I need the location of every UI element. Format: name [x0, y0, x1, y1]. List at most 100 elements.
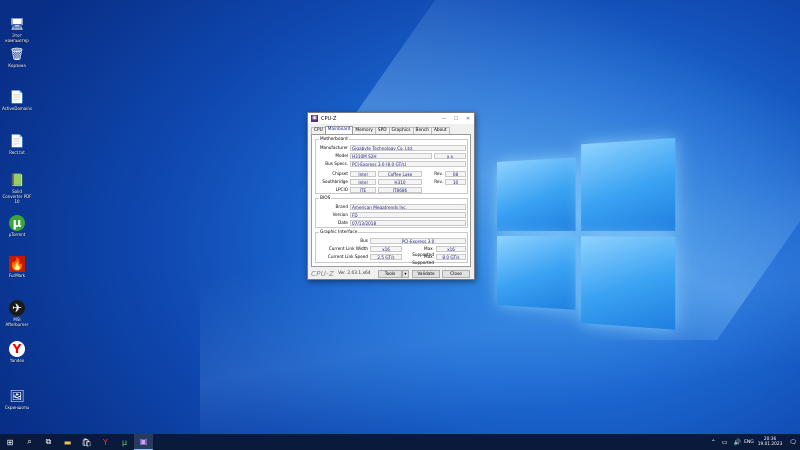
utorrent-icon: µ — [9, 215, 25, 231]
tab-strip: CPU Mainboard Memory SPD Graphics Bench … — [308, 124, 474, 134]
chipset-label: Chipset — [316, 171, 348, 177]
file-explorer-icon[interactable]: ▬ — [58, 434, 77, 450]
desktop-icon-rect[interactable]: 📄 Rect.txt — [2, 133, 32, 155]
cpuz-brand-logo: CPU-Z — [311, 270, 334, 278]
lpcio-vendor-value: ITE — [350, 187, 376, 193]
model-value: H310M S2H — [350, 153, 432, 159]
volume-icon[interactable]: 🔊 — [734, 439, 741, 446]
bios-version-value: FD — [350, 212, 466, 218]
group-title: Graphic Interface — [319, 230, 358, 235]
desktop-icon-screenshots[interactable]: 🖼 Скриншоты — [2, 388, 32, 410]
manufacturer-value: Gigabyte Technology Co. Ltd. — [350, 145, 466, 151]
show-hidden-icons-chevron-up-icon[interactable]: ⌃ — [711, 439, 716, 446]
tab-spd[interactable]: SPD — [375, 127, 390, 134]
window-title: CPU-Z — [321, 116, 438, 122]
max-width-value: x16 — [436, 246, 466, 252]
bus-specs-label: Bus Specs. — [316, 161, 348, 167]
system-tray: ⌃ ▭ 🔊 ENG 20:36 19.01.2023 🗨 — [708, 434, 800, 450]
file-icon: 📄 — [9, 133, 25, 149]
notifications-icon[interactable]: 🗨 — [789, 439, 797, 446]
store-icon[interactable]: 🛍 — [77, 434, 96, 450]
tab-mainboard[interactable]: Mainboard — [325, 126, 354, 134]
yandex-browser-icon[interactable]: Y — [96, 434, 115, 450]
desktop-icon-utorrent[interactable]: µ µTorrent — [2, 215, 32, 237]
recycle-bin-icon: 🗑 — [9, 46, 25, 62]
gfx-bus-label: Bus — [316, 238, 368, 244]
tools-button[interactable]: Tools — [378, 270, 402, 278]
desktop-icon-furmark[interactable]: 🔥 FurMark — [2, 256, 32, 278]
search-icon[interactable]: ⌕ — [20, 434, 39, 450]
tab-cpu[interactable]: CPU — [311, 127, 326, 134]
tab-about[interactable]: About — [431, 127, 450, 134]
group-title: Motherboard — [319, 137, 349, 142]
link-width-label: Current Link Width — [316, 246, 368, 252]
link-speed-label: Current Link Speed — [316, 254, 368, 260]
close-icon[interactable]: ✕ — [462, 116, 474, 122]
validate-button[interactable]: Validate — [412, 270, 440, 278]
bios-group: BIOS Brand American Megatrends Inc. Vers… — [315, 198, 468, 228]
group-title: BIOS — [319, 196, 331, 201]
model-label: Model — [316, 153, 348, 159]
computer-icon: 🖥 — [9, 16, 25, 32]
tab-memory[interactable]: Memory — [352, 127, 375, 134]
cpuz-taskbar-icon[interactable]: ▣ — [134, 434, 153, 450]
version-label: Ver. 2.03.1.x64 — [338, 271, 370, 276]
utorrent-taskbar-icon[interactable]: µ — [115, 434, 134, 450]
lpcio-label: LPCIO — [316, 187, 348, 193]
southbridge-label: Southbridge — [316, 179, 348, 185]
lpcio-name-value: IT8686 — [378, 187, 422, 193]
model-rev-value: x.x — [434, 153, 466, 159]
bios-brand-label: Brand — [316, 204, 348, 210]
clock[interactable]: 20:36 19.01.2023 — [758, 437, 783, 447]
taskbar: ⊞ ⌕ ⧉ ▬ 🛍 Y µ ▣ ⌃ ▭ 🔊 ENG 20:36 19.01.20… — [0, 434, 800, 450]
close-button[interactable]: Close — [442, 270, 470, 278]
task-view-icon[interactable]: ⧉ — [39, 434, 58, 450]
southbridge-rev-value: 10 — [445, 179, 466, 185]
cpuz-app-icon: ▣ — [311, 115, 318, 122]
furmark-icon: 🔥 — [9, 256, 25, 272]
bios-version-label: Version — [316, 212, 348, 218]
maximize-icon[interactable]: ☐ — [450, 116, 462, 122]
title-bar[interactable]: ▣ CPU-Z — ☐ ✕ — [308, 113, 474, 124]
link-speed-value: 2.5 GT/s — [370, 254, 402, 260]
afterburner-icon: ✈ — [9, 300, 25, 316]
desktop-icon-activedomains[interactable]: 📄 ActiveDomains — [2, 89, 32, 111]
clock-date: 19.01.2023 — [758, 442, 783, 447]
desktop-icon-solid-converter[interactable]: 📗 Solid Converter PDF 10 — [2, 172, 32, 204]
southbridge-name-value: H310 — [378, 179, 422, 185]
mainboard-panel: Motherboard Manufacturer Gigabyte Techno… — [311, 134, 471, 267]
footer-bar: CPU-Z Ver. 2.03.1.x64 Tools ▾ Validate C… — [308, 268, 474, 279]
chipset-rev-value: 08 — [445, 171, 466, 177]
chipset-rev-label: Rev. — [423, 171, 443, 177]
tab-graphics[interactable]: Graphics — [389, 127, 414, 134]
chipset-vendor-value: Intel — [350, 171, 376, 177]
bios-date-label: Date — [316, 220, 348, 226]
file-icon: 📄 — [9, 89, 25, 105]
graphic-interface-group: Graphic Interface Bus PCI-Express 3.0 Cu… — [315, 232, 468, 263]
language-indicator[interactable]: ENG — [744, 440, 754, 445]
desktop: 🖥 Этот компьютер 🗑 Корзина 📄 ActiveDomai… — [0, 0, 800, 434]
bios-date-value: 07/13/2018 — [350, 220, 466, 226]
windows-logo-wallpaper — [497, 138, 675, 324]
tools-dropdown-arrow-icon[interactable]: ▾ — [402, 270, 409, 278]
desktop-icon-msi-afterburner[interactable]: ✈ MSI Afterburner — [2, 300, 32, 327]
yandex-icon: Y — [9, 341, 25, 357]
folder-icon: 🖼 — [9, 388, 25, 404]
chipset-name-value: Coffee Lake — [378, 171, 422, 177]
desktop-icon-this-pc[interactable]: 🖥 Этот компьютер — [2, 16, 32, 43]
cpuz-window[interactable]: ▣ CPU-Z — ☐ ✕ CPU Mainboard Memory SPD G… — [307, 112, 475, 280]
start-button-windows-icon[interactable]: ⊞ — [0, 434, 20, 450]
manufacturer-label: Manufacturer — [316, 145, 348, 151]
motherboard-group: Motherboard Manufacturer Gigabyte Techno… — [315, 139, 468, 194]
minimize-icon[interactable]: — — [438, 116, 450, 122]
pdf-converter-icon: 📗 — [9, 172, 25, 188]
desktop-icon-yandex[interactable]: Y Yandex — [2, 341, 32, 363]
network-icon[interactable]: ▭ — [722, 439, 728, 446]
link-width-value: x16 — [370, 246, 402, 252]
max-speed-value: 8.0 GT/s — [436, 254, 466, 260]
bios-brand-value: American Megatrends Inc. — [350, 204, 466, 210]
southbridge-rev-label: Rev. — [423, 179, 443, 185]
desktop-icon-recycle-bin[interactable]: 🗑 Корзина — [2, 46, 32, 68]
tab-bench[interactable]: Bench — [413, 127, 432, 134]
max-speed-label: Max. Supported — [402, 254, 434, 266]
